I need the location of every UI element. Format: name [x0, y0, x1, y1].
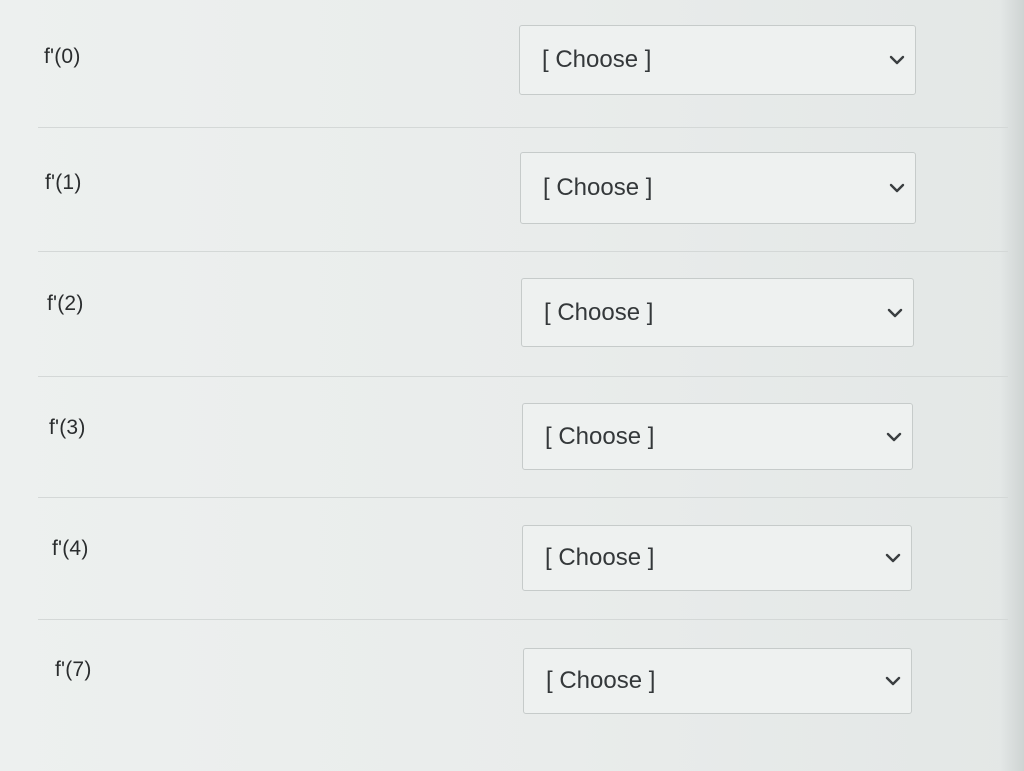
question-label-f2: f'(2)	[47, 292, 84, 315]
chevron-down-icon	[886, 432, 902, 442]
chevron-down-icon	[887, 308, 903, 318]
question-label-f7: f'(7)	[55, 658, 92, 681]
chevron-down-icon	[885, 676, 901, 686]
select-value: [ Choose ]	[545, 422, 655, 450]
answer-select-f1[interactable]: [ Choose ]	[520, 152, 916, 224]
select-value: [ Choose ]	[542, 46, 652, 73]
select-value: [ Choose ]	[544, 298, 654, 326]
chevron-down-icon	[889, 55, 905, 65]
page-edge-shadow	[1000, 0, 1024, 771]
select-value: [ Choose ]	[545, 544, 655, 571]
select-value: [ Choose ]	[546, 667, 656, 694]
chevron-down-icon	[885, 553, 901, 563]
row-divider	[38, 127, 1008, 128]
chevron-down-icon	[889, 183, 905, 193]
answer-select-f3[interactable]: [ Choose ]	[522, 403, 913, 470]
row-divider	[38, 376, 1008, 377]
row-divider	[38, 619, 1008, 620]
question-label-f1: f'(1)	[45, 171, 82, 194]
answer-select-f7[interactable]: [ Choose ]	[523, 648, 912, 714]
question-label-f0: f'(0)	[44, 45, 81, 68]
question-label-f3: f'(3)	[49, 416, 86, 439]
quiz-matching-panel: f'(0) [ Choose ] f'(1) [ Choose ] f'(2) …	[0, 0, 1024, 771]
question-label-f4: f'(4)	[52, 537, 89, 560]
select-value: [ Choose ]	[543, 174, 653, 201]
answer-select-f4[interactable]: [ Choose ]	[522, 525, 912, 591]
answer-select-f2[interactable]: [ Choose ]	[521, 278, 914, 347]
answer-select-f0[interactable]: [ Choose ]	[519, 25, 916, 95]
row-divider	[38, 251, 1008, 252]
row-divider	[38, 497, 1008, 498]
